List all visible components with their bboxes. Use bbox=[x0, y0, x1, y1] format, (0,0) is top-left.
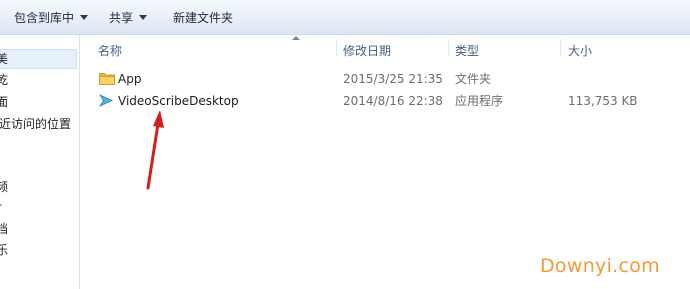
watermark-text: Downyi.com bbox=[540, 255, 660, 277]
annotation-arrow bbox=[146, 110, 164, 190]
